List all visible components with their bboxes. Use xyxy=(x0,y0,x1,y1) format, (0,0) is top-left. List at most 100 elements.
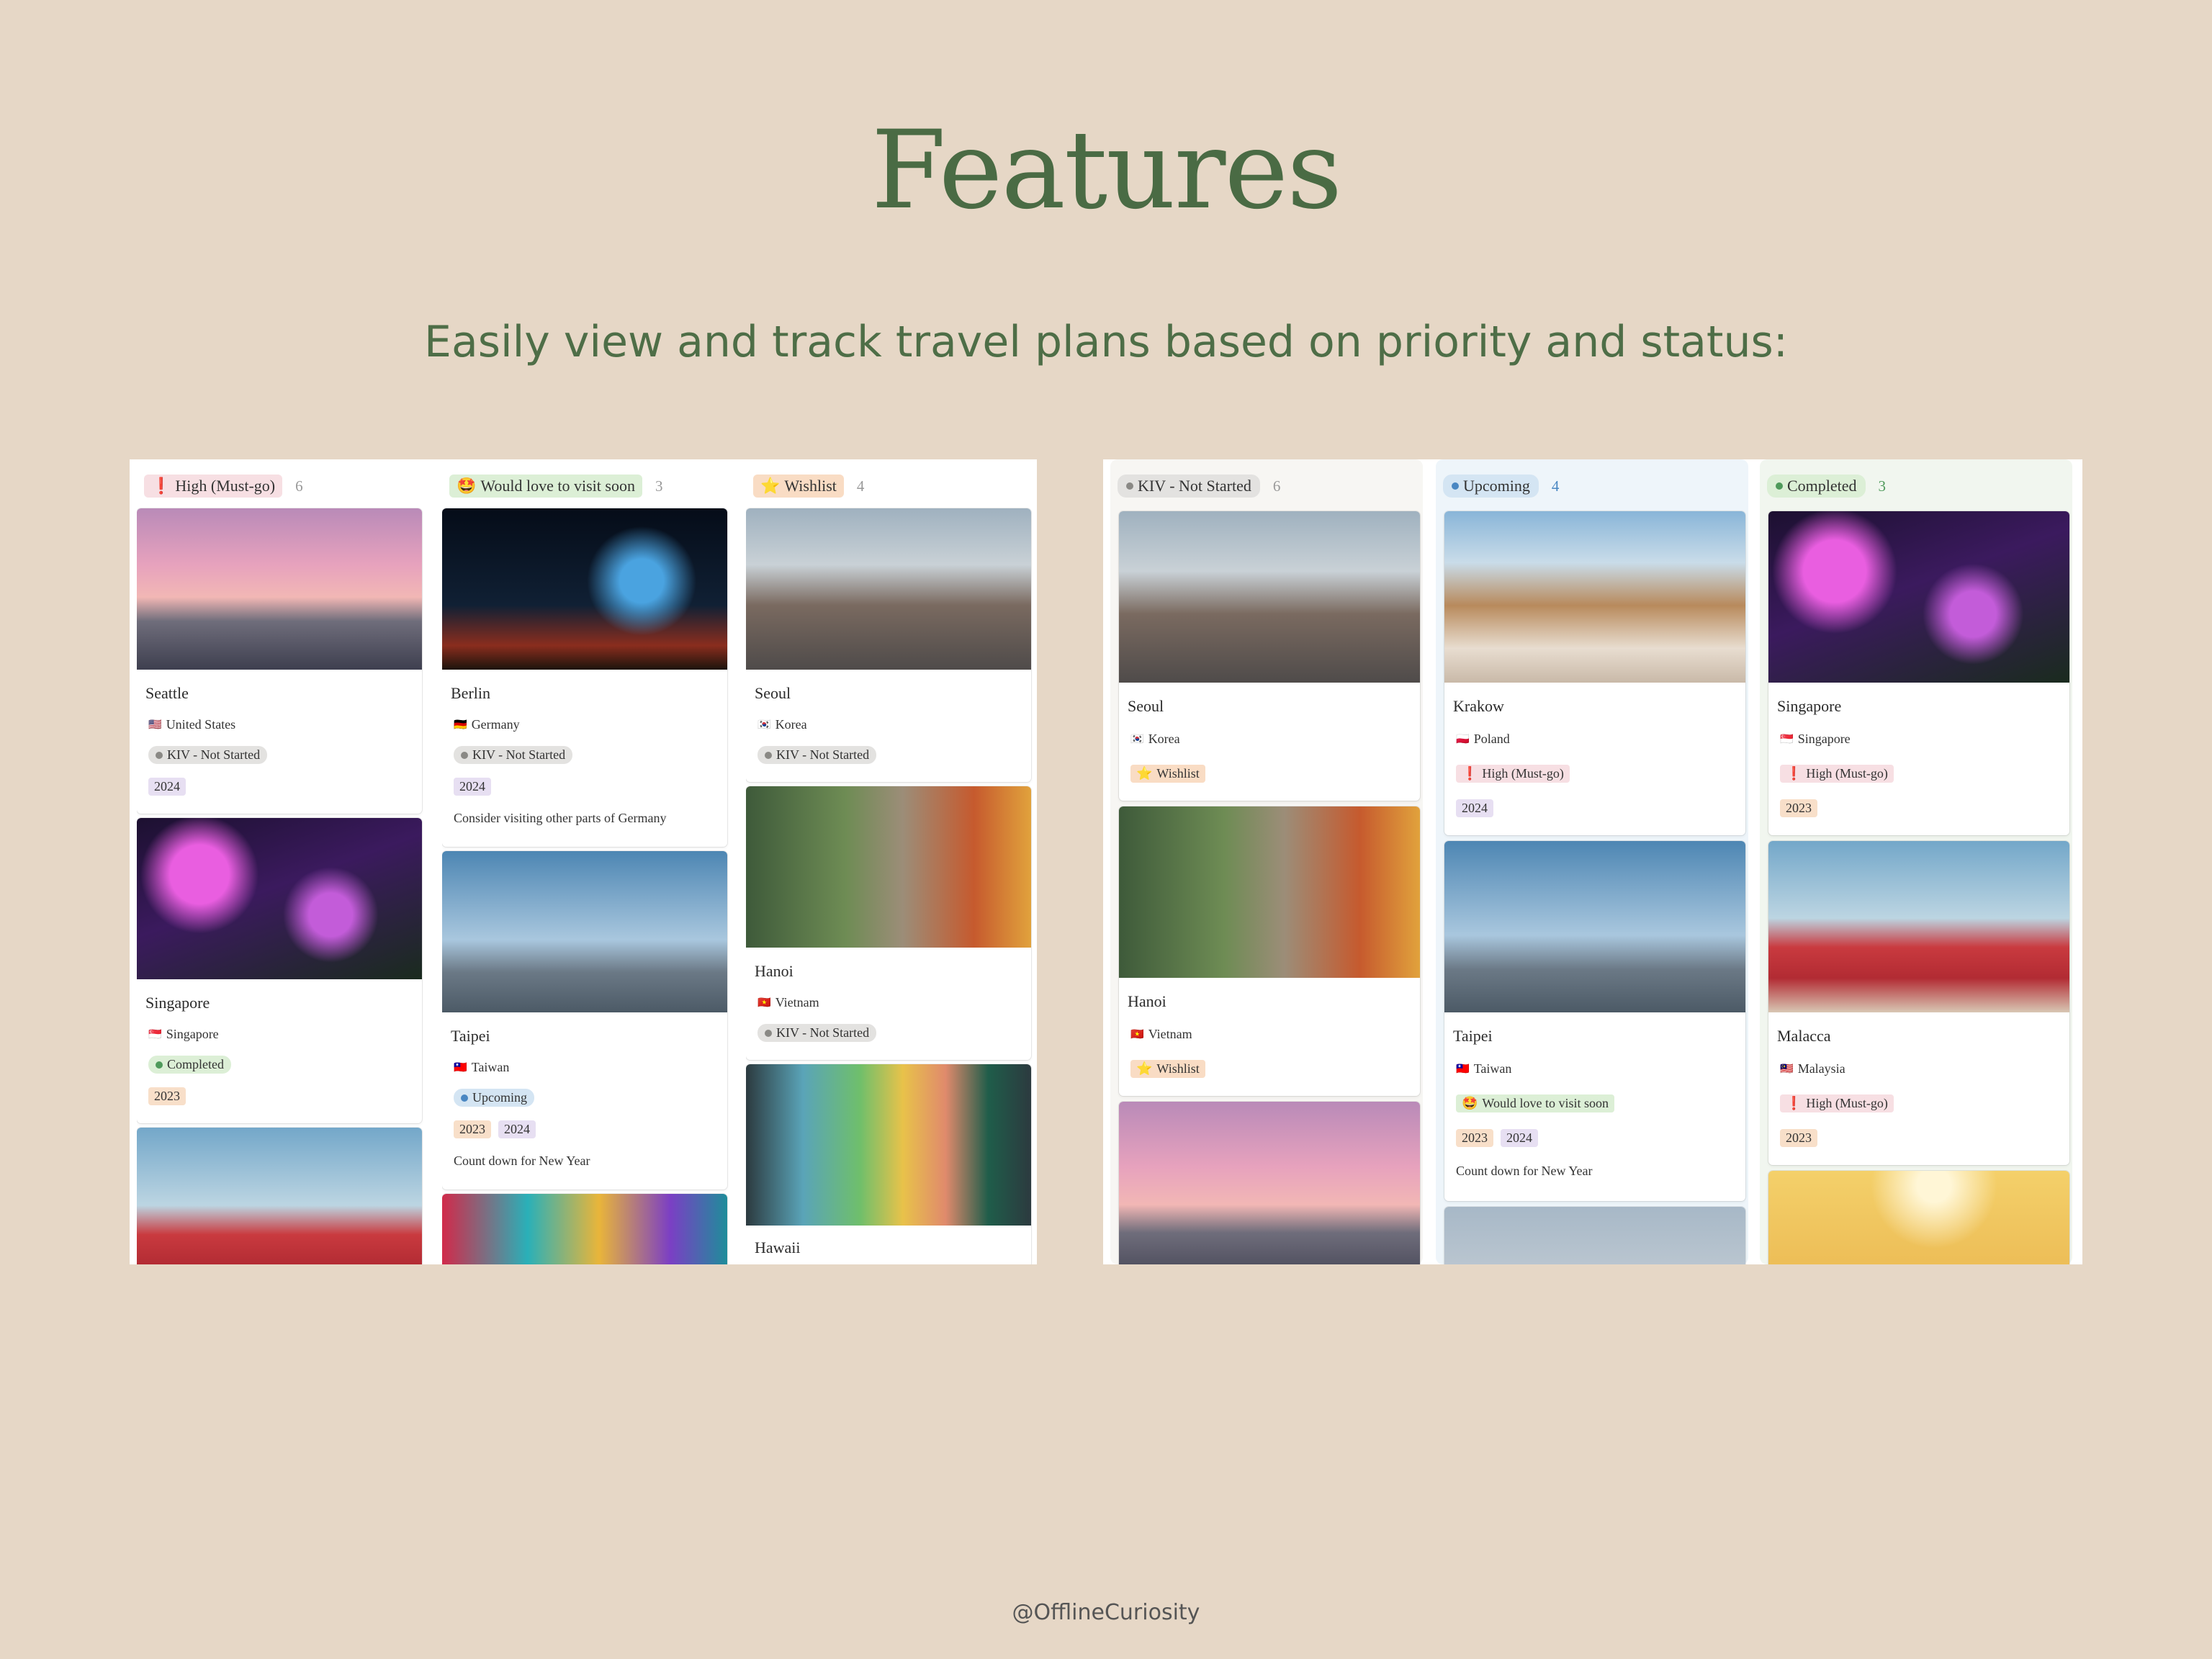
column-tag-high[interactable]: ❗ High (Must-go) xyxy=(144,475,283,498)
priority-label: High (Must-go) xyxy=(1482,766,1564,781)
column-tag-label: Completed xyxy=(1787,477,1857,495)
footer-handle: @OfflineCuriosity xyxy=(1012,1600,1200,1625)
column-count: 6 xyxy=(1272,477,1281,495)
card-title: Taipei xyxy=(451,1027,490,1045)
card-note: Consider visiting other parts of Germany xyxy=(454,811,667,825)
card-cover-image xyxy=(746,1064,1031,1226)
card-singapore[interactable]: Singapore 🇸🇬 Singapore Completed 2023 xyxy=(137,818,422,1123)
status-label: Completed xyxy=(167,1057,224,1071)
status-label: Upcoming xyxy=(472,1090,527,1105)
card-cover-image xyxy=(1768,841,2069,1012)
column-tag-wishlist[interactable]: ⭐ Wishlist xyxy=(753,475,844,498)
country-label: United States xyxy=(166,717,236,732)
priority-badge: ❗ High (Must-go) xyxy=(1780,1094,1894,1112)
column-tag-label: Would love to visit soon xyxy=(480,477,635,495)
card-title: Taipei xyxy=(1453,1027,1493,1045)
card-title: Seoul xyxy=(755,684,791,702)
card-cover-image xyxy=(1768,511,2069,683)
korea-flag-icon: 🇰🇷 xyxy=(757,719,771,731)
card-cover-image xyxy=(137,1128,422,1264)
column-header: ⭐ Wishlist 4 xyxy=(753,474,864,498)
card-berlin[interactable]: Berlin 🇩🇪 Germany KIV - Not Started 2024… xyxy=(442,508,727,847)
star-struck-emoji-icon: 🤩 xyxy=(457,477,477,495)
card-country: 🇵🇱 Poland xyxy=(1456,732,1510,747)
card-malacca-partial[interactable] xyxy=(137,1128,422,1264)
card-title: Seoul xyxy=(1128,697,1164,715)
year-tag: 2024 xyxy=(1501,1129,1538,1147)
country-label: Korea xyxy=(775,717,807,732)
status-dot-icon xyxy=(156,751,163,759)
country-label: Malaysia xyxy=(1797,1061,1845,1076)
page-title: Features xyxy=(871,108,1342,233)
card-krakow[interactable]: Krakow 🇵🇱 Poland ❗ High (Must-go) 2024 xyxy=(1444,511,1745,835)
exclamation-icon: ❗ xyxy=(1786,1096,1802,1110)
taiwan-flag-icon: 🇹🇼 xyxy=(1456,1064,1470,1075)
priority-badge: ⭐ Wishlist xyxy=(1130,1060,1205,1078)
status-dot-icon xyxy=(156,1061,163,1069)
priority-label: High (Must-go) xyxy=(1806,1096,1888,1110)
card-title: Hanoi xyxy=(755,962,793,980)
card-partial[interactable] xyxy=(442,1194,727,1264)
card-seoul[interactable]: Seoul 🇰🇷 Korea ⭐ Wishlist xyxy=(1119,511,1420,801)
card-seoul[interactable]: Seoul 🇰🇷 Korea KIV - Not Started xyxy=(746,508,1031,782)
column-tag-soon[interactable]: 🤩 Would love to visit soon xyxy=(449,475,642,498)
card-hanoi[interactable]: Hanoi 🇻🇳 Vietnam ⭐ Wishlist xyxy=(1119,806,1420,1096)
star-icon: ⭐ xyxy=(760,477,781,495)
year-tag: 2023 xyxy=(148,1087,186,1105)
country-label: Korea xyxy=(1148,732,1180,746)
card-country: 🇹🇼 Taiwan xyxy=(1456,1061,1511,1076)
column-header: ❗ High (Must-go) 6 xyxy=(144,474,303,498)
us-flag-icon: 🇺🇸 xyxy=(148,719,162,731)
country-label: Poland xyxy=(1473,732,1510,746)
board-column-kiv: KIV - Not Started 6 Seoul 🇰🇷 Korea ⭐ Wis… xyxy=(1110,459,1423,1264)
column-header: 🤩 Would love to visit soon 3 xyxy=(449,474,662,498)
card-partial[interactable] xyxy=(1444,1207,1745,1264)
country-label: Singapore xyxy=(166,1027,219,1041)
vietnam-flag-icon: 🇻🇳 xyxy=(757,997,771,1009)
column-tag-label: Wishlist xyxy=(784,477,837,495)
card-singapore[interactable]: Singapore 🇸🇬 Singapore ❗ High (Must-go) … xyxy=(1768,511,2069,835)
card-cover-image xyxy=(1119,806,1420,978)
card-malacca[interactable]: Malacca 🇲🇾 Malaysia ❗ High (Must-go) 202… xyxy=(1768,841,2069,1165)
board-column-wishlist: ⭐ Wishlist 4 Seoul 🇰🇷 Korea KIV - Not St… xyxy=(746,459,1034,1264)
star-icon: ⭐ xyxy=(1136,1061,1153,1076)
card-hanoi[interactable]: Hanoi 🇻🇳 Vietnam KIV - Not Started xyxy=(746,786,1031,1060)
card-title: Singapore xyxy=(145,994,210,1012)
status-label: KIV - Not Started xyxy=(776,747,870,762)
column-tag-label: KIV - Not Started xyxy=(1138,477,1251,495)
status-label: KIV - Not Started xyxy=(776,1025,870,1040)
card-hawaii[interactable]: Hawaii xyxy=(746,1064,1031,1264)
exclamation-icon: ❗ xyxy=(151,477,171,495)
column-tag-kiv[interactable]: KIV - Not Started xyxy=(1118,475,1260,498)
card-cover-image xyxy=(442,508,727,670)
column-tag-completed[interactable]: Completed xyxy=(1767,475,1866,498)
card-cover-image xyxy=(137,818,422,979)
column-tag-upcoming[interactable]: Upcoming xyxy=(1443,475,1539,498)
status-label: KIV - Not Started xyxy=(472,747,566,762)
card-seattle-partial[interactable] xyxy=(1119,1102,1420,1264)
year-tag: 2024 xyxy=(148,778,186,796)
country-label: Vietnam xyxy=(775,995,819,1010)
board-column-soon: 🤩 Would love to visit soon 3 Berlin 🇩🇪 G… xyxy=(442,459,730,1264)
card-country: 🇲🇾 Malaysia xyxy=(1780,1061,1845,1076)
card-country: 🇹🇼 Taiwan xyxy=(454,1060,509,1075)
country-label: Germany xyxy=(471,717,520,732)
card-title: Hanoi xyxy=(1128,992,1166,1010)
card-seattle[interactable]: Seattle 🇺🇸 United States KIV - Not Start… xyxy=(137,508,422,814)
card-cover-image xyxy=(746,508,1031,670)
germany-flag-icon: 🇩🇪 xyxy=(454,719,467,731)
status-badge: KIV - Not Started xyxy=(454,746,573,764)
year-tag: 2023 xyxy=(1456,1129,1493,1147)
year-tag: 2023 xyxy=(1780,1129,1817,1147)
column-count: 3 xyxy=(1878,477,1887,495)
country-label: Vietnam xyxy=(1148,1027,1192,1041)
singapore-flag-icon: 🇸🇬 xyxy=(1780,734,1794,745)
card-taipei[interactable]: Taipei 🇹🇼 Taiwan Upcoming 2023 2024 Coun… xyxy=(442,851,727,1190)
status-board: KIV - Not Started 6 Seoul 🇰🇷 Korea ⭐ Wis… xyxy=(1103,459,2082,1264)
status-badge: Completed xyxy=(148,1056,231,1074)
card-cover-image xyxy=(442,851,727,1012)
card-cover-image xyxy=(1119,1102,1420,1264)
card-taipei[interactable]: Taipei 🇹🇼 Taiwan 🤩 Would love to visit s… xyxy=(1444,841,1745,1201)
card-partial[interactable] xyxy=(1768,1171,2069,1264)
country-label: Taiwan xyxy=(471,1060,510,1074)
